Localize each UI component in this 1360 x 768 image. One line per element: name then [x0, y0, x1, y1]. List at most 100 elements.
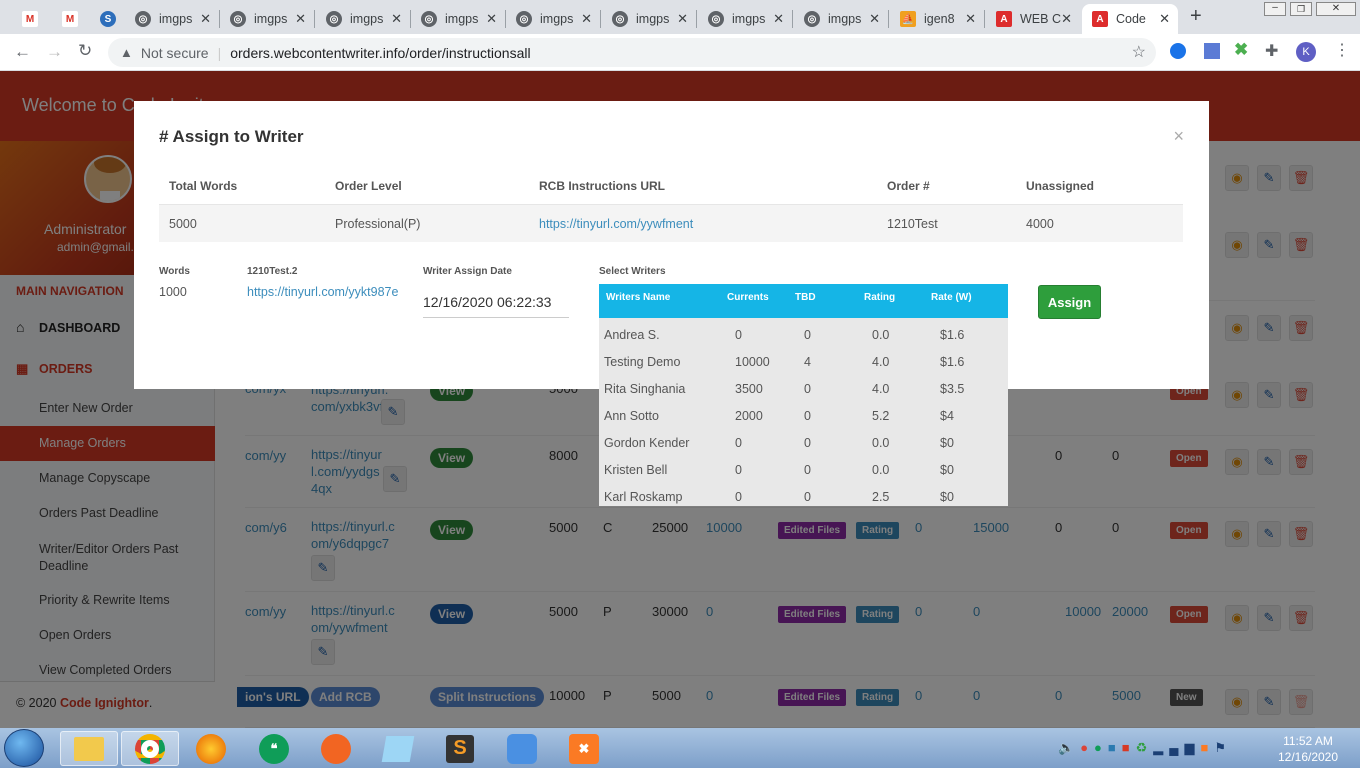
tab-gmail-2[interactable]: M — [52, 4, 82, 34]
writer-row[interactable]: Rita Singhania 3500 0 4.0 $3.5 — [599, 378, 1008, 405]
network-icon[interactable]: ▂▄▆ — [1153, 740, 1200, 755]
writer-tbd: 0 — [804, 328, 811, 342]
profile-avatar[interactable]: K — [1296, 42, 1316, 62]
folder-icon — [74, 736, 104, 761]
close-icon[interactable]: ✕ — [295, 11, 306, 27]
tab-imgps-7[interactable]: ◎ imgps ✕ — [698, 4, 792, 34]
close-icon[interactable]: ✕ — [581, 11, 592, 27]
tab-phpmyadmin[interactable]: ⛵ igen8 ✕ — [890, 4, 984, 34]
address-toolbar: ← → ↻ ▲ Not secure | orders.webcontentwr… — [0, 34, 1360, 71]
writer-name: Gordon Kender — [604, 436, 690, 450]
close-icon[interactable]: ✕ — [773, 11, 784, 27]
close-icon[interactable]: ✕ — [1061, 11, 1072, 27]
close-icon[interactable]: ✕ — [869, 11, 880, 27]
browser-menu-icon[interactable]: ⋮ — [1334, 40, 1350, 60]
col-order-number: Order # — [887, 179, 930, 193]
tab-label: Code — [1116, 12, 1146, 26]
extensions-puzzle-icon[interactable]: ✚ — [1265, 41, 1278, 61]
taskbar-firefox[interactable] — [182, 731, 240, 766]
warning-icon: ▲ — [120, 45, 133, 60]
writer-rate: $1.6 — [940, 328, 965, 342]
rcb-url-link[interactable]: https://tinyurl.com/yywfment — [539, 217, 693, 231]
writer-rating: 5.2 — [872, 409, 890, 423]
tab-imgps-3[interactable]: ◎ imgps ✕ — [316, 4, 410, 34]
tab-web[interactable]: A WEB C ✕ — [986, 4, 1080, 34]
tab-imgps-4[interactable]: ◎ imgps ✕ — [411, 4, 505, 34]
close-icon[interactable]: ✕ — [200, 11, 211, 27]
app-tray-icon[interactable]: ■ — [1122, 740, 1136, 755]
tab-label: imgps — [254, 12, 288, 26]
writer-currents: 0 — [735, 328, 742, 342]
clock-date: 12/16/2020 — [1277, 750, 1339, 764]
forward-icon[interactable]: → — [46, 42, 63, 62]
writer-rate: $0 — [940, 463, 954, 477]
assign-button[interactable]: Assign — [1038, 285, 1101, 319]
close-icon[interactable]: ✕ — [486, 11, 497, 27]
writer-row[interactable]: Andrea S. 0 0 0.0 $1.6 — [599, 324, 1008, 351]
minimize-icon[interactable]: – — [1264, 2, 1286, 16]
modal-title: # Assign to Writer — [159, 127, 304, 146]
security-status: Not secure — [140, 44, 209, 61]
tab-imgps-2[interactable]: ◎ imgps ✕ — [220, 4, 314, 34]
writer-tbd: 0 — [804, 490, 811, 504]
start-button[interactable] — [4, 729, 44, 767]
close-icon[interactable]: × — [1173, 126, 1184, 147]
extension-icon[interactable] — [1204, 43, 1220, 59]
writer-row[interactable]: Testing Demo 10000 4 4.0 $1.6 — [599, 351, 1008, 378]
volume-icon[interactable]: 🔈 — [1058, 740, 1080, 755]
tab-imgps-1[interactable]: ◎ imgps ✕ — [125, 4, 219, 34]
writer-row[interactable]: Gordon Kender 0 0 0.0 $0 — [599, 432, 1008, 459]
assign-date-label: Writer Assign Date — [423, 266, 512, 277]
taskbar-app2[interactable] — [493, 731, 551, 766]
new-tab-icon[interactable]: + — [1190, 5, 1202, 28]
restore-icon[interactable]: ❐ — [1290, 2, 1312, 16]
writer-row[interactable]: Kristen Bell 0 0 0.0 $0 — [599, 459, 1008, 486]
extension-icon[interactable] — [1170, 43, 1186, 59]
tab-code-active[interactable]: A Code ✕ — [1082, 4, 1178, 34]
taskbar-sublime[interactable]: S — [431, 731, 489, 766]
tab-gmail-1[interactable]: M — [12, 4, 42, 34]
hangouts-tray-icon[interactable]: ● — [1094, 740, 1108, 755]
writer-row[interactable]: Karl Roskamp 0 0 2.5 $0 — [599, 486, 1008, 506]
close-icon[interactable]: ✕ — [391, 11, 402, 27]
flag-icon[interactable]: ⚑ — [1214, 740, 1232, 755]
col-writer-name: Writers Name — [606, 292, 671, 303]
taskbar-explorer[interactable] — [60, 731, 118, 766]
joomla-extension-icon[interactable]: ✖ — [1234, 40, 1248, 60]
recycle-tray-icon[interactable]: ♻ — [1136, 740, 1154, 755]
total-words-value: 5000 — [169, 217, 197, 231]
back-icon[interactable]: ← — [14, 42, 31, 62]
window-close-icon[interactable]: ✕ — [1316, 2, 1356, 16]
order-level-value: Professional(P) — [335, 217, 421, 231]
close-icon[interactable]: ✕ — [677, 11, 688, 27]
close-icon[interactable]: ✕ — [965, 11, 976, 27]
col-currents: Currents — [727, 292, 769, 303]
taskbar-hangouts[interactable]: ❝ — [245, 731, 303, 766]
system-tray[interactable]: 🔈●●■■♻▂▄▆■⚑ — [1058, 740, 1232, 756]
taskbar-xampp[interactable]: ✖ — [555, 731, 613, 766]
taskbar-notepad[interactable] — [369, 731, 427, 766]
tab-label: imgps — [445, 12, 479, 26]
clock[interactable]: 11:52 AM 12/16/2020 — [1268, 733, 1348, 765]
writer-row[interactable]: Ann Sotto 2000 0 5.2 $4 — [599, 405, 1008, 432]
gmail-icon: M — [62, 11, 78, 27]
tab-imgps-5[interactable]: ◎ imgps ✕ — [506, 4, 600, 34]
app-tray-icon[interactable]: ■ — [1108, 740, 1122, 755]
close-icon[interactable]: ✕ — [1159, 11, 1170, 27]
tab-imgps-6[interactable]: ◎ imgps ✕ — [602, 4, 696, 34]
gmail-icon: M — [22, 11, 38, 27]
chrome-tray-icon[interactable]: ● — [1080, 740, 1094, 755]
part-url-link[interactable]: https://tinyurl.com/yykt987e — [247, 285, 398, 299]
tab-copyscape[interactable]: S — [90, 4, 120, 34]
reload-icon[interactable]: ↻ — [78, 41, 92, 61]
omnibox-divider: | — [217, 44, 222, 61]
tab-imgps-8[interactable]: ◎ imgps ✕ — [794, 4, 888, 34]
chrome-icon — [135, 733, 165, 764]
assign-date-input[interactable]: 12/16/2020 06:22:33 — [423, 286, 569, 318]
writers-select-list[interactable]: Writers Name Currents TBD Rating Rate (W… — [599, 284, 1008, 506]
taskbar-app[interactable] — [307, 731, 365, 766]
omnibox[interactable]: ▲ Not secure | orders.webcontentwriter.i… — [108, 38, 1156, 67]
xampp-tray-icon[interactable]: ■ — [1201, 740, 1215, 755]
bookmark-star-icon[interactable]: ☆ — [1132, 42, 1146, 62]
taskbar-chrome[interactable] — [121, 731, 179, 766]
